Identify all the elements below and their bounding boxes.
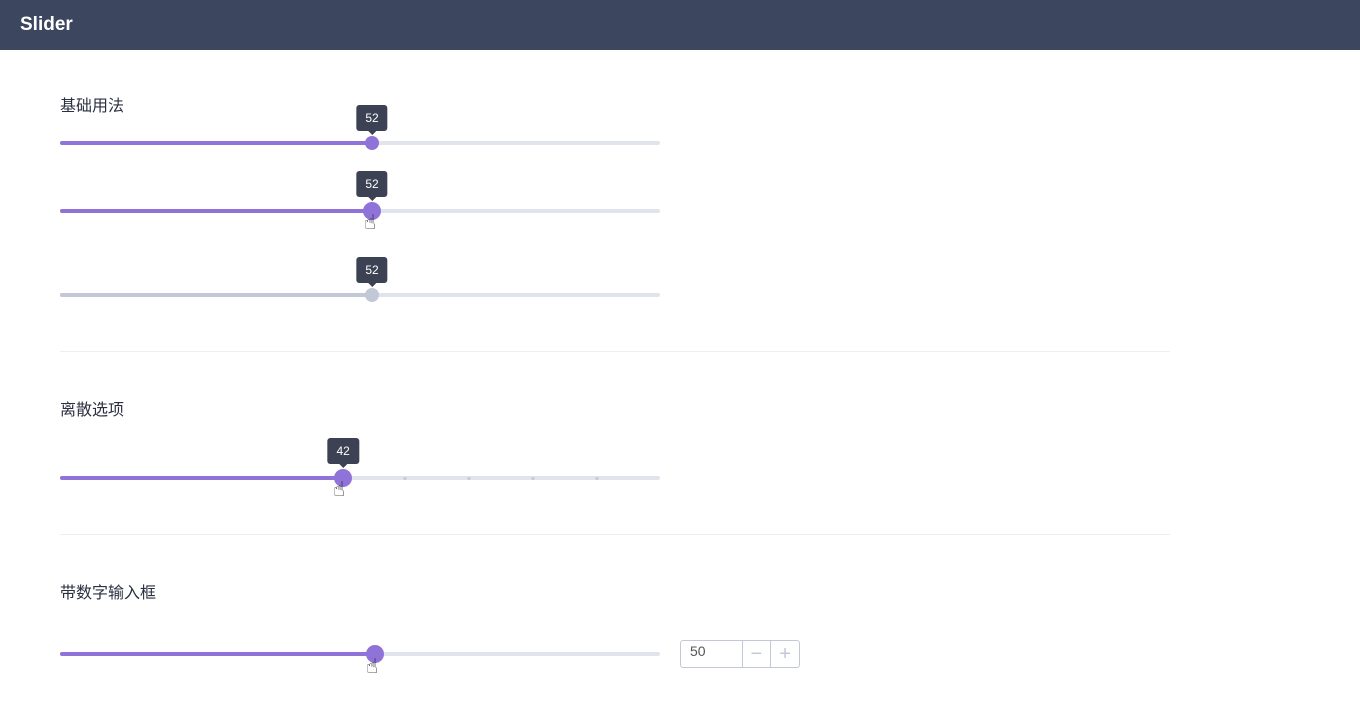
hand-cursor-icon: ☝ <box>366 656 379 678</box>
decrement-button[interactable]: − <box>743 641 771 667</box>
hand-cursor-icon: ☝ <box>364 212 377 234</box>
slider-stop <box>595 477 599 480</box>
number-input[interactable]: 50 − + <box>680 640 800 668</box>
slider-thumb <box>365 288 379 302</box>
slider-stop <box>403 477 407 480</box>
slider-stop <box>467 477 471 480</box>
slider-with-input[interactable] <box>60 645 660 663</box>
app-header: Slider <box>0 0 1360 50</box>
slider-tooltip: 52 <box>356 171 388 201</box>
slider-tooltip: 42 <box>327 438 359 468</box>
section-title-input: 带数字输入框 <box>60 585 157 602</box>
slider-thumb[interactable] <box>365 136 379 150</box>
slider-discrete[interactable]: 42 <box>60 438 660 487</box>
slider-hover[interactable]: 52 <box>60 171 660 220</box>
section-title-discrete: 离散选项 <box>60 402 125 419</box>
page-title: Slider <box>20 14 73 35</box>
divider <box>60 351 1170 352</box>
slider-basic[interactable]: 52 <box>60 105 660 150</box>
increment-button[interactable]: + <box>770 641 799 667</box>
slider-tooltip: 52 <box>356 105 388 135</box>
slider-disabled: 52 <box>60 257 660 302</box>
slider-tooltip: 52 <box>356 257 388 287</box>
section-title-basic: 基础用法 <box>60 98 125 115</box>
number-input-value[interactable]: 50 <box>681 641 743 667</box>
slider-stop <box>531 477 535 480</box>
hand-cursor-icon: ☝ <box>333 479 346 501</box>
divider <box>60 534 1170 535</box>
